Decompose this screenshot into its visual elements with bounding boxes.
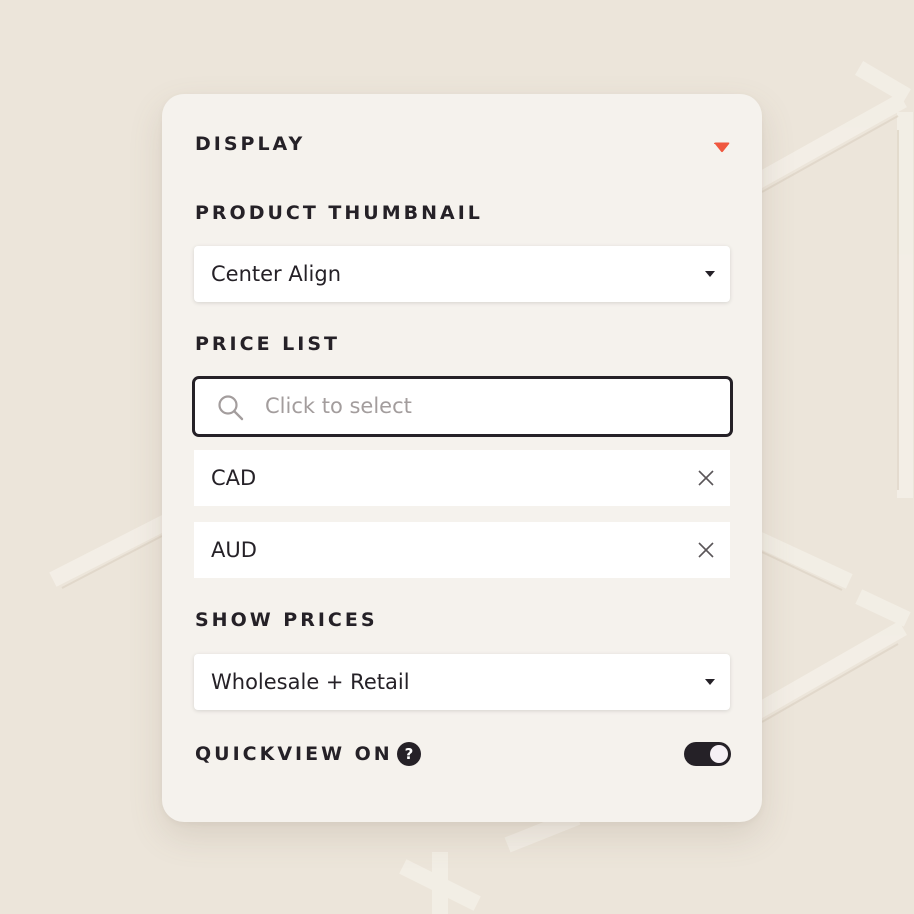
show-prices-select[interactable]: Wholesale + Retail	[194, 654, 730, 710]
search-icon	[218, 395, 244, 421]
price-list-search-box[interactable]	[192, 376, 733, 437]
quickview-label: QUICKVIEW ON	[195, 743, 393, 765]
show-prices-label: SHOW PRICES	[195, 609, 378, 631]
price-list-item-label: AUD	[211, 538, 257, 562]
chevron-down-icon	[705, 679, 715, 685]
price-list-item-label: CAD	[211, 466, 257, 490]
quickview-toggle[interactable]	[684, 742, 731, 766]
display-settings-panel: DISPLAY PRODUCT THUMBNAIL Center Align P…	[162, 94, 762, 822]
toggle-knob	[710, 745, 728, 763]
product-thumbnail-value: Center Align	[211, 262, 342, 286]
price-list-label: PRICE LIST	[195, 333, 340, 355]
chevron-down-icon	[705, 271, 715, 277]
product-thumbnail-select[interactable]: Center Align	[194, 246, 730, 302]
product-thumbnail-label: PRODUCT THUMBNAIL	[195, 202, 483, 224]
close-icon[interactable]	[697, 469, 715, 487]
price-list-search-input[interactable]	[265, 385, 705, 427]
price-list-item-cad: CAD	[194, 450, 730, 506]
caret-down-icon[interactable]	[713, 142, 731, 154]
price-list-item-aud: AUD	[194, 522, 730, 578]
help-icon[interactable]: ?	[397, 742, 421, 766]
show-prices-value: Wholesale + Retail	[211, 670, 410, 694]
close-icon[interactable]	[697, 541, 715, 559]
display-section-title: DISPLAY	[195, 133, 306, 155]
